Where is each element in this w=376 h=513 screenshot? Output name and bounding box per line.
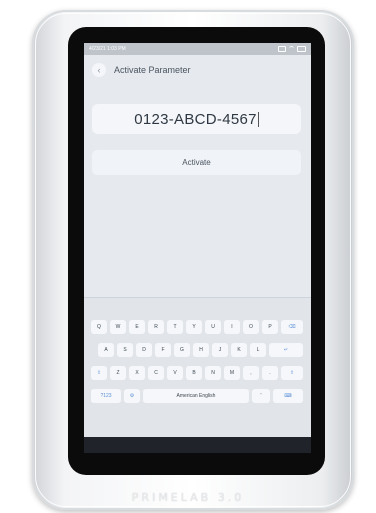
key-x[interactable]: X <box>129 366 145 380</box>
key-z[interactable]: Z <box>110 366 126 380</box>
shift-left-key-icon[interactable]: ⇧ <box>91 366 107 380</box>
device-brand-logo: PRIMELAB 3.0 <box>131 491 245 504</box>
key-j[interactable]: J <box>212 343 228 357</box>
status-icons <box>278 46 306 52</box>
screen: 4/23/21 1:03 PM ‹ Activate Parameter 012… <box>84 43 311 453</box>
activation-code-value: 0123-ABCD-4567 <box>134 110 257 128</box>
key-h[interactable]: H <box>193 343 209 357</box>
settings-key-icon[interactable]: ⚙ <box>124 389 140 403</box>
key-s[interactable]: S <box>117 343 133 357</box>
keyboard-row-1: Q W E R T Y U I O P ⌫ <box>84 320 311 334</box>
key-o[interactable]: O <box>243 320 259 334</box>
key-b[interactable]: B <box>186 366 202 380</box>
key-r[interactable]: R <box>148 320 164 334</box>
backspace-key-icon[interactable]: ⌫ <box>281 320 303 334</box>
key-u[interactable]: U <box>205 320 221 334</box>
key-g[interactable]: G <box>174 343 190 357</box>
status-bar: 4/23/21 1:03 PM <box>84 43 311 55</box>
keyboard-row-3: ⇧ Z X C V B N M , . ⇧ <box>84 366 311 380</box>
key-d[interactable]: D <box>136 343 152 357</box>
keyboard-row-2: A S D F G H J K L ↵ <box>84 343 311 357</box>
key-apostrophe[interactable]: ' <box>252 389 270 403</box>
key-a[interactable]: A <box>98 343 114 357</box>
page-title: Activate Parameter <box>114 65 191 75</box>
key-l[interactable]: L <box>250 343 266 357</box>
key-f[interactable]: F <box>155 343 171 357</box>
key-y[interactable]: Y <box>186 320 202 334</box>
key-k[interactable]: K <box>231 343 247 357</box>
key-m[interactable]: M <box>224 366 240 380</box>
key-w[interactable]: W <box>110 320 126 334</box>
battery-icon <box>297 46 306 52</box>
screen-bottom-bar <box>84 437 311 453</box>
key-i[interactable]: I <box>224 320 240 334</box>
on-screen-keyboard: Q W E R T Y U I O P ⌫ A S D F G H J K L … <box>84 297 311 438</box>
enter-key-icon[interactable]: ↵ <box>269 343 303 357</box>
key-t[interactable]: T <box>167 320 183 334</box>
hide-keyboard-key-icon[interactable]: ⌨ <box>273 389 303 403</box>
wifi-icon <box>289 46 294 52</box>
key-period[interactable]: . <box>262 366 278 380</box>
activation-code-input[interactable]: 0123-ABCD-4567 <box>92 104 301 134</box>
key-comma[interactable]: , <box>243 366 259 380</box>
key-p[interactable]: P <box>262 320 278 334</box>
shift-right-key-icon[interactable]: ⇧ <box>281 366 303 380</box>
back-arrow-icon[interactable]: ‹ <box>92 63 106 77</box>
status-datetime: 4/23/21 1:03 PM <box>89 46 126 52</box>
text-cursor <box>257 111 259 127</box>
page-header: ‹ Activate Parameter <box>84 55 311 85</box>
key-q[interactable]: Q <box>91 320 107 334</box>
key-c[interactable]: C <box>148 366 164 380</box>
keyboard-row-4: ?123 ⚙ American English ' ⌨ <box>84 389 311 403</box>
spacebar-key[interactable]: American English <box>143 389 249 403</box>
signal-icon <box>278 46 286 52</box>
activate-button[interactable]: Activate <box>92 150 301 175</box>
symbols-key[interactable]: ?123 <box>91 389 121 403</box>
key-n[interactable]: N <box>205 366 221 380</box>
key-v[interactable]: V <box>167 366 183 380</box>
key-e[interactable]: E <box>129 320 145 334</box>
